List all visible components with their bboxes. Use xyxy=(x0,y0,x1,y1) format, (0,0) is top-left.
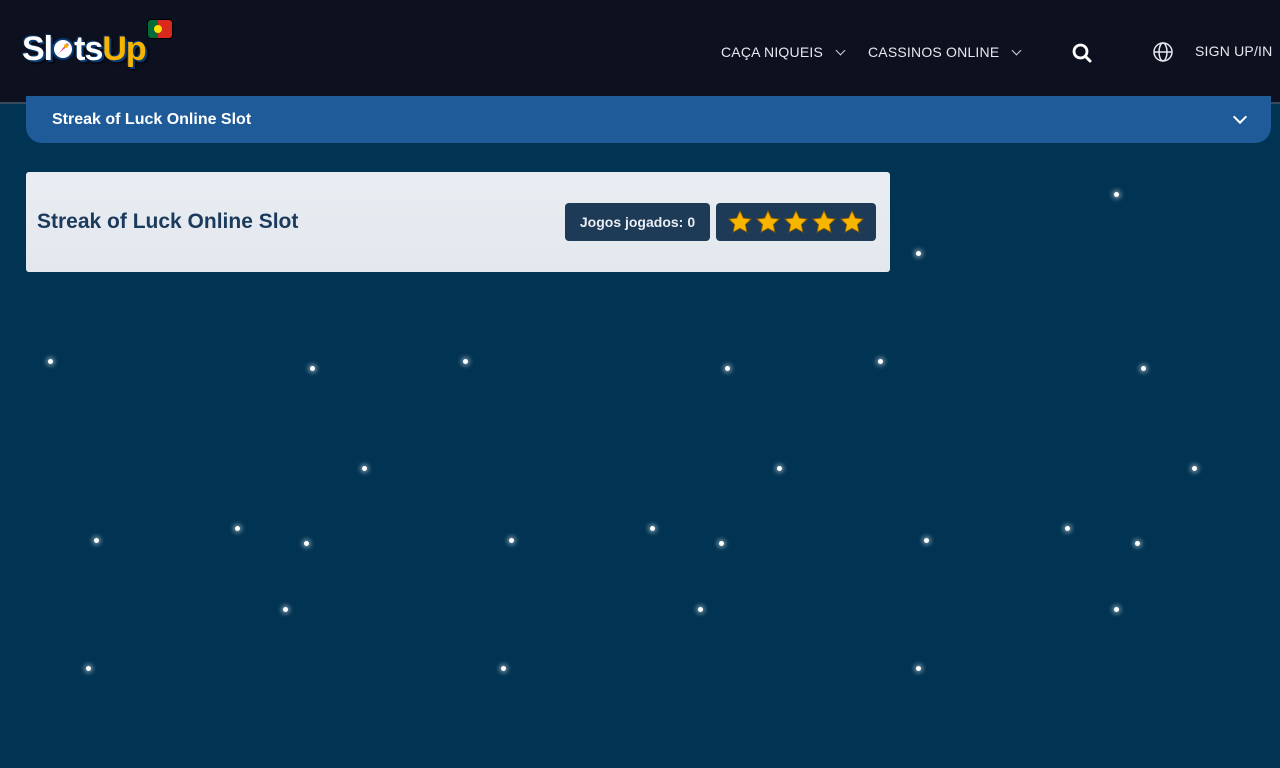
sparkle-dot xyxy=(698,607,703,612)
sparkle-dot xyxy=(916,666,921,671)
slot-breadcrumb-bar[interactable]: Streak of Luck Online Slot xyxy=(26,96,1271,143)
sparkle-dot xyxy=(1114,607,1119,612)
nav-label: CAÇA NIQUEIS xyxy=(721,44,823,60)
search-icon[interactable] xyxy=(1071,42,1093,64)
sparkle-dot xyxy=(1192,466,1197,471)
page-title: Streak of Luck Online Slot xyxy=(37,210,299,233)
nav-caca-niqueis[interactable]: CAÇA NIQUEIS xyxy=(721,44,846,60)
logo-text-up: Up xyxy=(102,30,146,68)
star-rating[interactable] xyxy=(716,203,876,241)
sparkle-dot xyxy=(916,251,921,256)
breadcrumb-title: Streak of Luck Online Slot xyxy=(52,111,252,128)
logo-text-ts: ts xyxy=(74,30,103,68)
sparkle-dot xyxy=(924,538,929,543)
sparkle-dot xyxy=(94,538,99,543)
sparkle-dot xyxy=(1135,541,1140,546)
sparkle-dot xyxy=(650,526,655,531)
star-icon[interactable] xyxy=(755,209,781,235)
games-played-count: 0 xyxy=(687,214,696,230)
sparkle-dot xyxy=(283,607,288,612)
games-played-badge: Jogos jogados: 0 xyxy=(565,203,710,241)
sparkle-dot xyxy=(463,359,468,364)
sparkle-dot xyxy=(777,466,782,471)
sparkle-dot xyxy=(1065,526,1070,531)
sparkle-dot xyxy=(509,538,514,543)
nav-cassinos-online[interactable]: CASSINOS ONLINE xyxy=(868,44,1022,60)
sparkle-dot xyxy=(501,666,506,671)
nav-label: CASSINOS ONLINE xyxy=(868,44,1000,60)
sparkle-dot xyxy=(48,359,53,364)
sparkle-dot xyxy=(310,366,315,371)
star-icon[interactable] xyxy=(783,209,809,235)
sparkle-dot xyxy=(304,541,309,546)
chevron-down-icon xyxy=(1011,45,1022,55)
rocket-logo-icon xyxy=(52,38,75,60)
sparkle-dot xyxy=(235,526,240,531)
sparkle-dot xyxy=(362,466,367,471)
sparkle-dot xyxy=(86,666,91,671)
sign-up-in-button[interactable]: SIGN UP/IN xyxy=(1195,43,1272,59)
site-header: Sl ts Up CAÇA NIQUEIS CASSINOS ONLINE SI… xyxy=(0,0,1280,104)
star-icon[interactable] xyxy=(727,209,753,235)
sparkle-dot xyxy=(1114,192,1119,197)
games-played-label: Jogos jogados: xyxy=(579,214,684,230)
slotsup-logo[interactable]: Sl ts Up xyxy=(22,20,172,74)
chevron-down-icon xyxy=(835,45,846,55)
slot-info-card: Streak of Luck Online Slot Jogos jogados… xyxy=(26,172,890,272)
sparkle-dot xyxy=(719,541,724,546)
sparkle-dot xyxy=(1141,366,1146,371)
globe-icon[interactable] xyxy=(1152,41,1174,63)
portugal-flag-icon[interactable] xyxy=(148,20,172,38)
sparkle-dot xyxy=(725,366,730,371)
star-icon[interactable] xyxy=(811,209,837,235)
sparkle-dot xyxy=(878,359,883,364)
chevron-down-icon[interactable] xyxy=(1232,109,1248,125)
star-icon[interactable] xyxy=(839,209,865,235)
logo-text-sl: Sl xyxy=(22,30,53,68)
